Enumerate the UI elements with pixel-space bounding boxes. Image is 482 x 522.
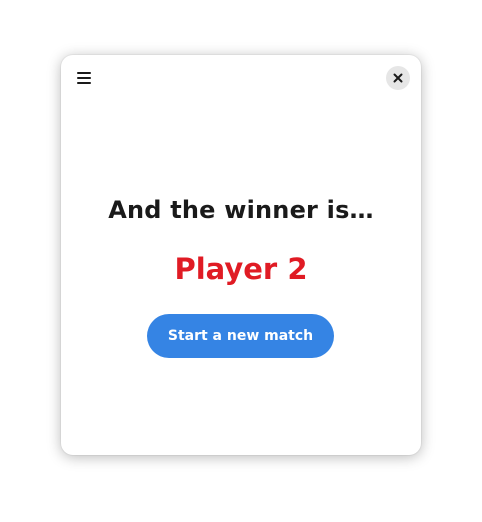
result-heading: And the winner is…	[108, 196, 374, 224]
game-over-window: And the winner is… Player 2 Start a new …	[61, 55, 421, 455]
winner-name: Player 2	[174, 252, 308, 286]
start-new-match-button[interactable]: Start a new match	[147, 314, 334, 358]
result-panel: And the winner is… Player 2 Start a new …	[61, 55, 421, 455]
desktop-background: And the winner is… Player 2 Start a new …	[0, 0, 482, 522]
